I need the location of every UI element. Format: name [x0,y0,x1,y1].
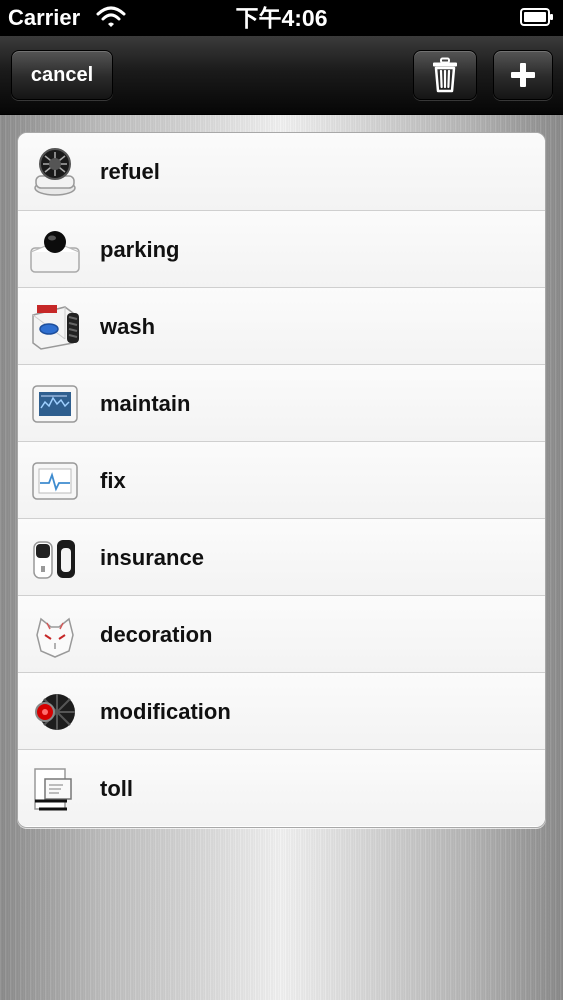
trash-icon [433,57,457,93]
fuel-icon [34,148,76,196]
wash-icon [32,305,79,350]
list-item-fix[interactable]: fix [18,441,545,518]
maintenance-icon [32,385,78,423]
list-item-label: parking [100,237,180,262]
list-item-wash[interactable]: wash [18,287,545,364]
plus-icon [511,63,535,87]
list-item-parking[interactable]: parking [18,210,545,287]
status-time: 下午4:06 [235,5,328,31]
list-item-label: toll [100,776,133,801]
parking-icon [30,231,80,273]
list-item-label: wash [100,314,156,339]
list-item-decoration[interactable]: decoration [18,595,545,672]
battery-icon [520,8,553,26]
trash-button[interactable] [413,50,477,100]
list-item-label: modification [100,699,231,724]
cancel-button[interactable]: cancel [11,50,113,100]
list-item-refuel[interactable]: refuel [18,133,545,210]
category-list: refuel parking wash maintain fix insuran… [17,132,546,828]
list-item-toll[interactable]: toll [18,749,545,826]
list-item-label: insurance [100,545,204,570]
insurance-icon [33,540,75,579]
toll-icon [34,768,72,811]
list-item-insurance[interactable]: insurance [18,518,545,595]
list-item-modification[interactable]: modification [18,672,545,749]
list-item-label: maintain [100,391,191,416]
add-button[interactable] [493,50,553,100]
modification-icon [35,694,75,730]
repair-icon [32,462,78,500]
navigation-bar: cancel [0,36,563,115]
decoration-icon [36,617,74,658]
list-item-label: refuel [100,159,160,184]
list-item-maintain[interactable]: maintain [18,364,545,441]
list-item-label: decoration [100,622,213,647]
status-bar: Carrier 下午4:06 [0,0,563,36]
list-item-label: fix [100,468,126,493]
